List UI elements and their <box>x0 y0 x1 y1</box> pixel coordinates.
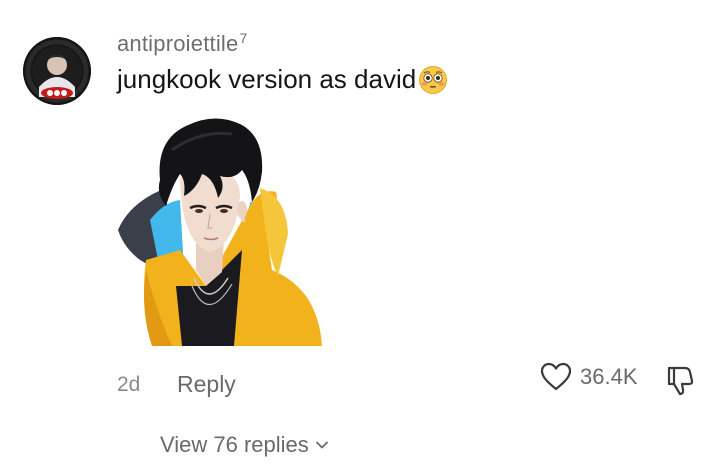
username-superscript: 7 <box>239 30 248 46</box>
avatar[interactable] <box>23 37 91 105</box>
comment-text: jungkook version as david <box>117 64 448 95</box>
comment-card: antiproiettile7 jungkook version as davi… <box>0 0 720 475</box>
reply-button[interactable]: Reply <box>177 371 236 398</box>
comment-body: jungkook version as david <box>117 64 417 94</box>
like-button[interactable]: 36.4K <box>540 362 638 392</box>
like-count: 36.4K <box>580 364 638 389</box>
username[interactable]: antiproiettile7 <box>117 30 247 57</box>
heart-icon <box>540 362 572 391</box>
timestamp: 2d <box>117 373 141 396</box>
sticker-image <box>118 118 322 346</box>
username-text: antiproiettile <box>117 31 239 56</box>
view-replies-button[interactable]: View 76 replies <box>160 432 329 458</box>
chevron-down-icon <box>315 441 328 449</box>
view-replies-label: View 76 replies <box>160 432 309 457</box>
avatar-image <box>23 37 91 105</box>
dislike-button[interactable] <box>663 364 695 396</box>
flushed-face-emoji-icon <box>419 65 448 94</box>
thumbs-down-icon <box>667 366 694 396</box>
